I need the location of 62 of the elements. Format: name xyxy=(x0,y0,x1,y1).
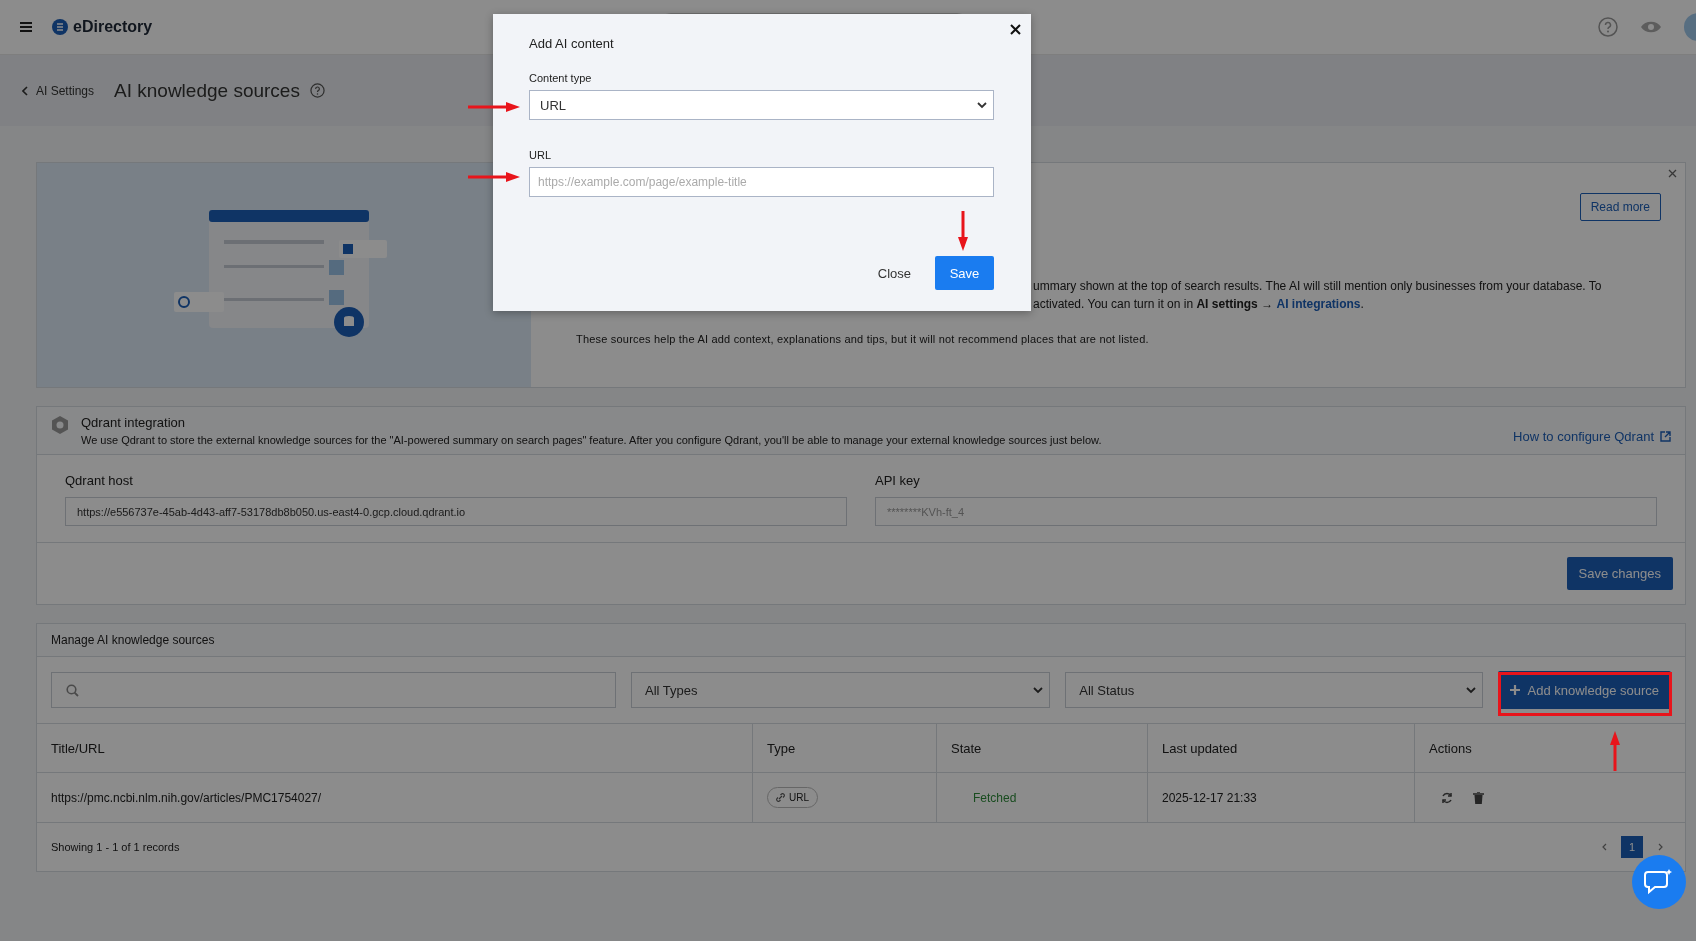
description-text: activated. You can turn it on in AI settings → AI integrations. xyxy=(1033,296,1365,313)
refresh-icon[interactable] xyxy=(1441,791,1453,804)
chevron-down-icon xyxy=(1033,685,1044,695)
read-more-button[interactable]: Read more xyxy=(1579,193,1661,221)
help-icon[interactable] xyxy=(309,83,325,98)
records-count: Showing 1 - 1 of 1 records xyxy=(51,841,180,853)
field-label: Content type xyxy=(529,72,593,84)
search-field[interactable] xyxy=(51,672,616,708)
column-header: State xyxy=(936,724,1148,773)
status-filter-dropdown[interactable]: All Status xyxy=(1065,672,1484,708)
annotation-arrow xyxy=(1610,731,1620,771)
chevron-left-icon xyxy=(1601,843,1607,851)
page-title: AI knowledge sources xyxy=(114,79,300,102)
annotation-arrow xyxy=(468,172,520,182)
close-icon[interactable] xyxy=(1010,24,1021,35)
column-header: Last updated xyxy=(1147,724,1415,773)
annotation-arrow xyxy=(468,102,520,112)
logo-icon xyxy=(52,19,68,35)
note-text: These sources help the AI add context, explanations and tips, but it will not recommend places that are not listed. xyxy=(576,332,1150,347)
save-button[interactable]: Save xyxy=(935,256,994,290)
table-cell: 2025-12-17 21:33 xyxy=(1147,772,1415,823)
search-icon xyxy=(66,683,79,697)
add-knowledge-source-button[interactable]: Add knowledge source xyxy=(1498,671,1671,709)
logo-text: eDirectory xyxy=(73,18,153,36)
state-text: Fetched xyxy=(972,790,1017,805)
eye-icon[interactable] xyxy=(1640,20,1662,34)
external-link-icon xyxy=(1660,431,1671,442)
chevron-down-icon xyxy=(977,100,987,110)
column-header: Type xyxy=(752,724,937,773)
chevron-left-icon xyxy=(22,85,28,96)
back-link[interactable]: AI Settings xyxy=(22,83,95,98)
save-changes-button[interactable]: Save changes xyxy=(1566,557,1673,590)
chat-icon xyxy=(1644,868,1674,896)
help-icon[interactable] xyxy=(1598,17,1618,37)
panel-title: Qdrant integration xyxy=(81,415,187,430)
api-key-field[interactable]: ********KVh-ft_4 xyxy=(875,497,1657,526)
field-label: URL xyxy=(529,149,552,161)
configure-qdrant-link[interactable]: How to configure Qdrant xyxy=(1513,429,1671,444)
link-icon xyxy=(776,793,785,802)
url-field[interactable]: https://example.com/page/example-title xyxy=(529,167,994,197)
dialog-title: Add AI content xyxy=(529,36,615,51)
panel-description: We use Qdrant to store the external knowledge sources for the "AI-powered summary on search pages" feature. After you configure Qdrant, you'll be able to manage your external knowledge sources just below. xyxy=(81,434,1102,446)
panel-title: Manage AI knowledge sources xyxy=(51,633,215,647)
column-header: Title/URL xyxy=(37,724,753,773)
ai-integrations-link[interactable]: AI integrations xyxy=(1276,297,1361,311)
close-button[interactable]: Close xyxy=(873,259,915,287)
type-filter-dropdown[interactable]: All Types xyxy=(631,672,1051,708)
host-field[interactable]: https://e556737e-45ab-4d43-aff7-53178db8b050.us-east4-0.gcp.cloud.qdrant.io xyxy=(65,497,847,526)
page-button[interactable]: 1 xyxy=(1621,836,1643,858)
annotation-arrow xyxy=(958,211,968,251)
chat-button[interactable] xyxy=(1632,855,1686,909)
table-cell: https://pmc.ncbi.nlm.nih.gov/articles/PMC1754027/ xyxy=(37,772,753,823)
field-label: Qdrant host xyxy=(65,473,134,488)
trash-icon[interactable] xyxy=(1473,791,1484,804)
menu-icon[interactable] xyxy=(20,22,32,32)
description-text: ummary shown at the top of search results. The AI will still mention only businesses from your database. To xyxy=(1033,278,1603,295)
plus-icon xyxy=(1510,685,1521,695)
chevron-right-icon xyxy=(1657,843,1663,851)
content-type-dropdown[interactable]: URL xyxy=(529,90,994,120)
field-label: API key xyxy=(875,473,921,488)
chevron-down-icon xyxy=(1466,685,1477,695)
hexagon-icon xyxy=(51,415,69,435)
